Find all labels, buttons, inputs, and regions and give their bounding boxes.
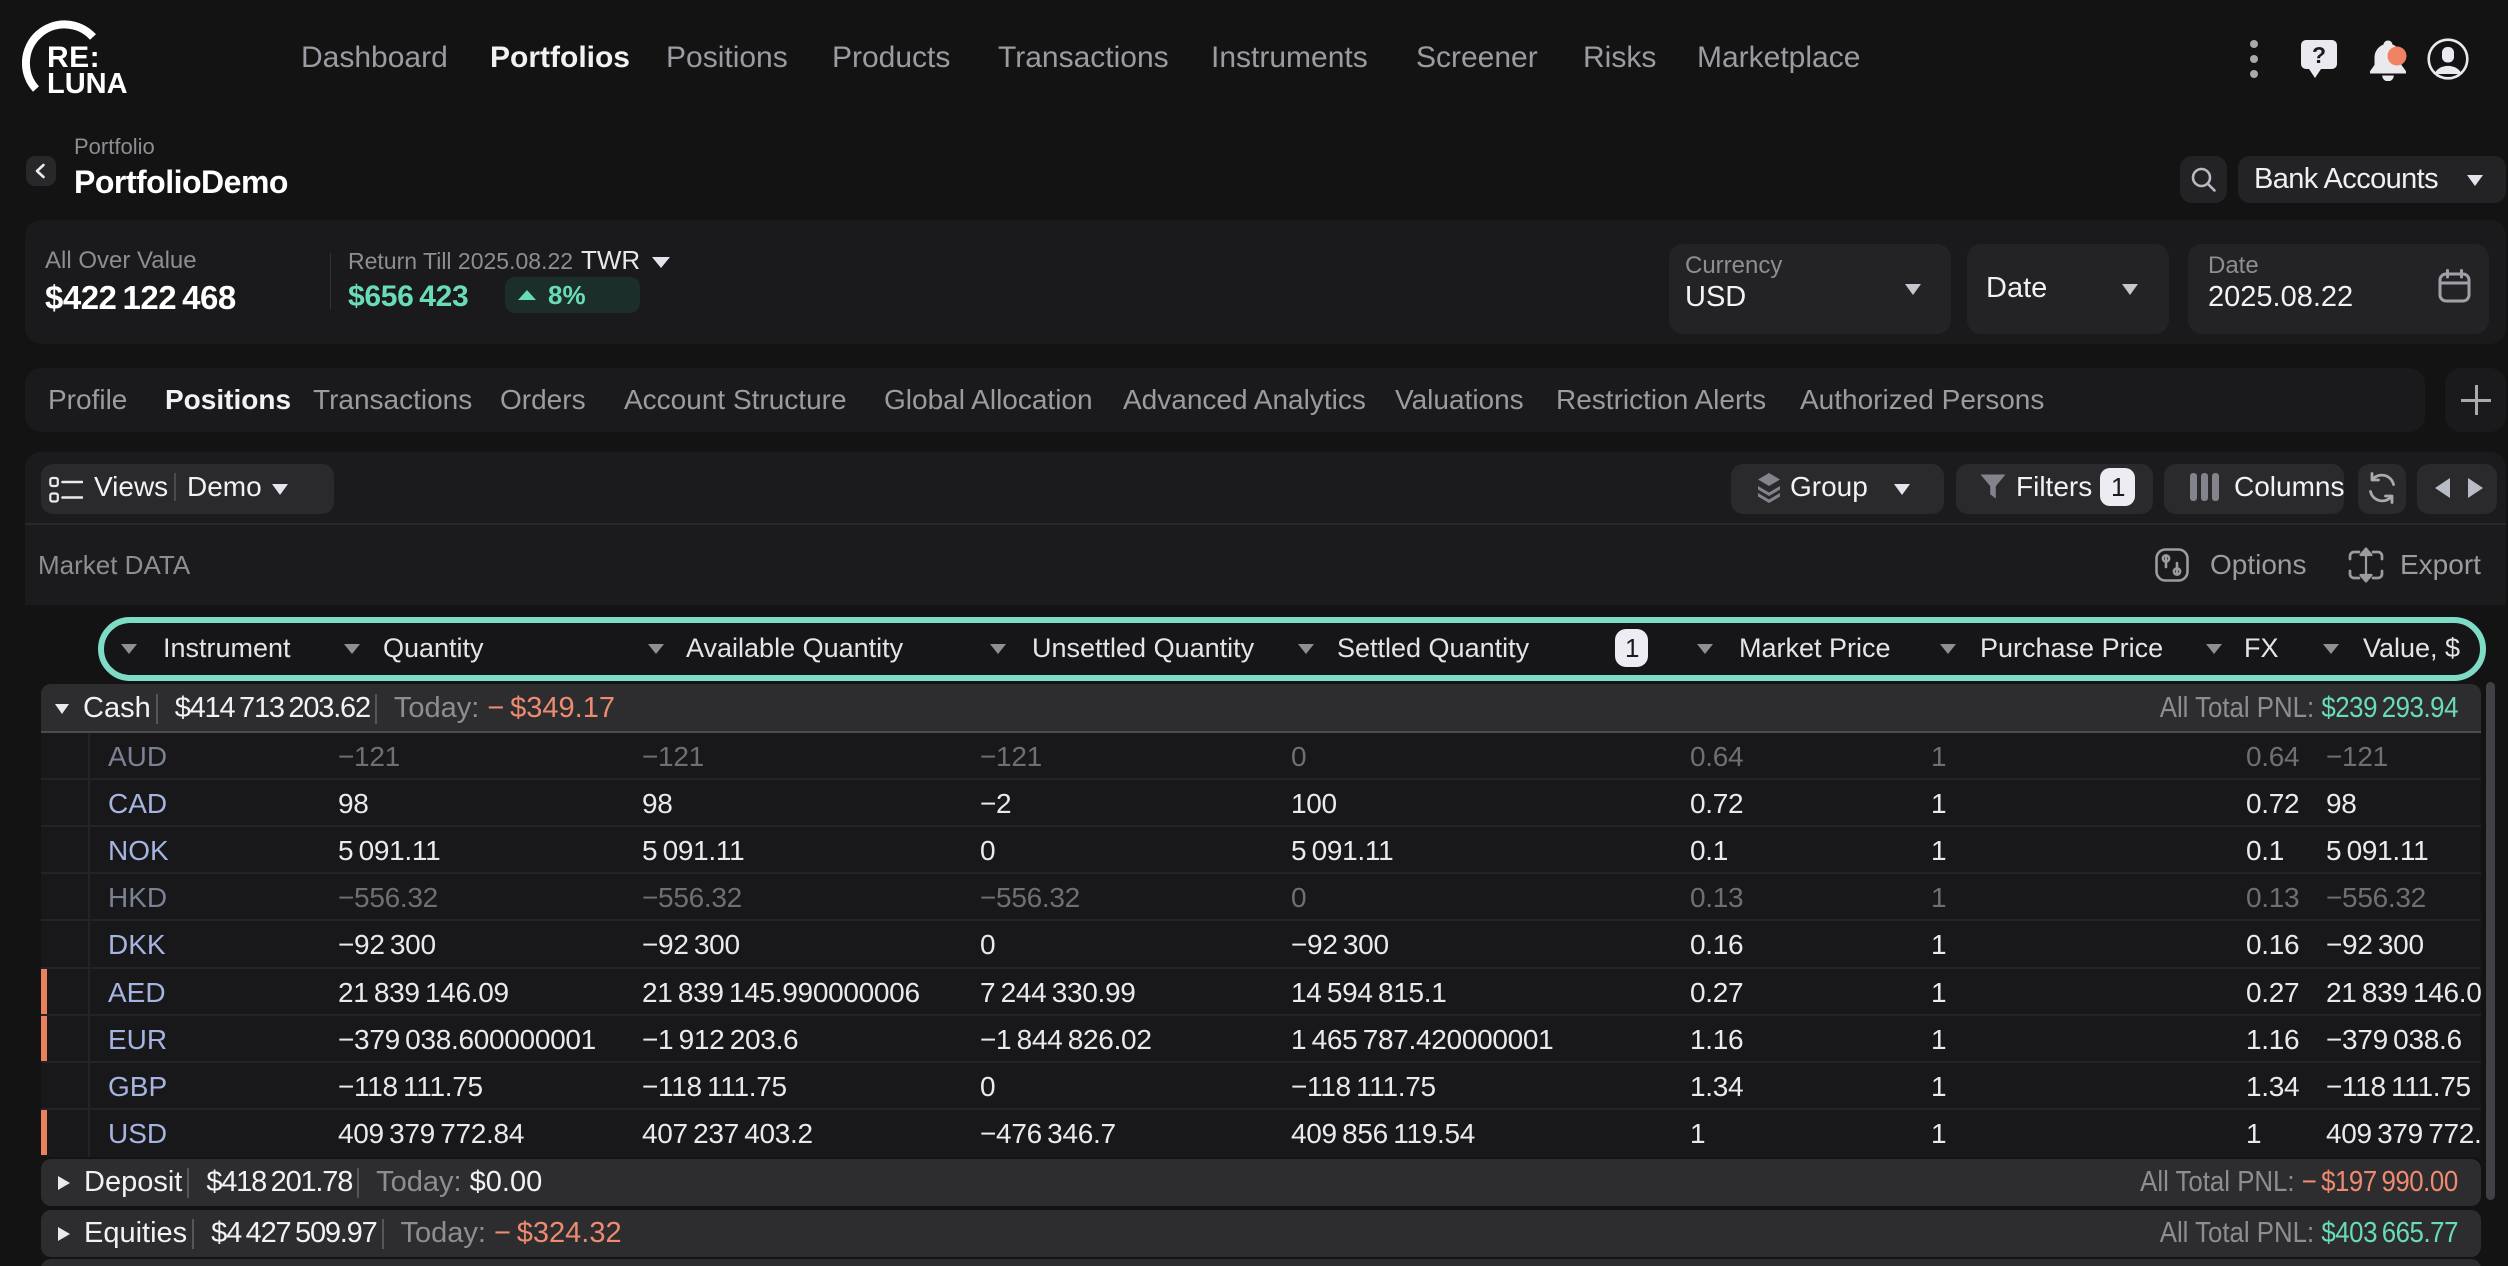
svg-text:LUNA: LUNA xyxy=(47,68,128,100)
svg-text:?: ? xyxy=(2312,42,2326,68)
